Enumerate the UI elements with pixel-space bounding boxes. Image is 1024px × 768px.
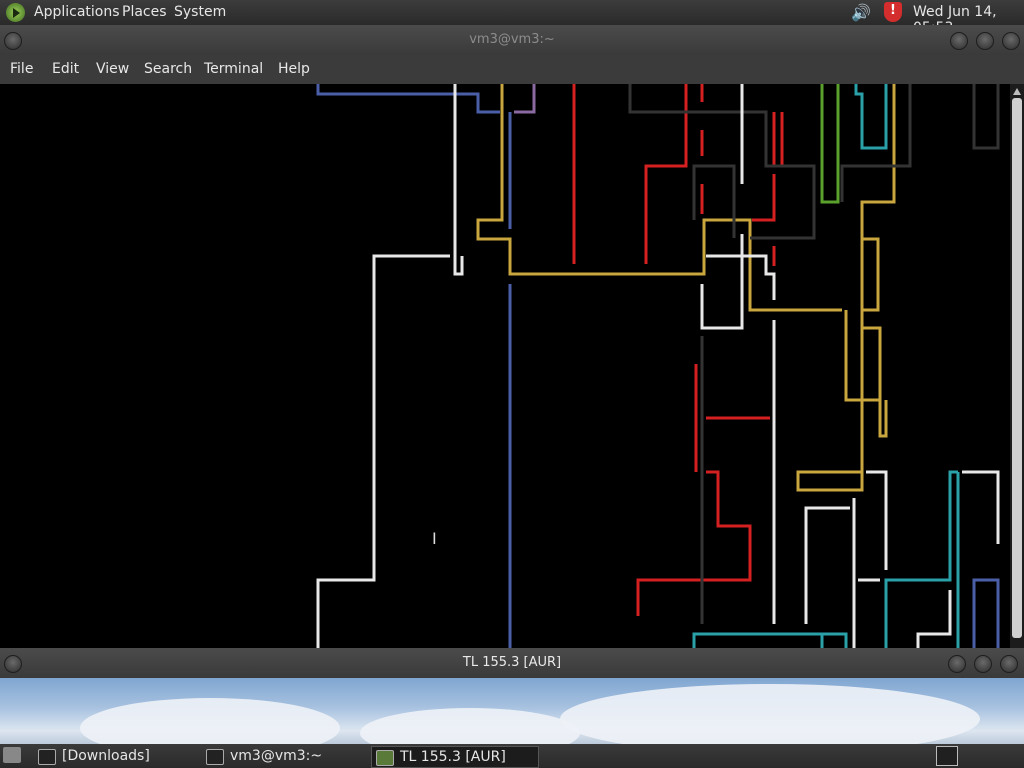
window2-titlebar[interactable]: TL 155.3 [AUR] (0, 648, 1024, 678)
volume-icon[interactable]: 🔊 (850, 3, 872, 22)
terminal-icon (206, 749, 224, 765)
pipe-white-4 (700, 234, 744, 330)
terminal-titlebar[interactable]: vm3@vm3:~ (0, 25, 1024, 55)
pipe-purple-1 (514, 84, 536, 114)
pipe-red-11 (636, 470, 752, 616)
window2-sky-view[interactable] (0, 678, 1024, 744)
show-desktop-icon[interactable] (3, 747, 21, 763)
pipe-gray-4 (972, 84, 1000, 150)
pipe-red-6 (772, 112, 784, 168)
game-cube-icon (376, 750, 394, 766)
taskbar-item-tl[interactable]: TL 155.3 [AUR] (371, 746, 539, 768)
terminal-menubar: File Edit View Search Terminal Help (0, 55, 1024, 84)
pipe-gold-4 (844, 310, 862, 402)
pipe-red-7 (752, 174, 776, 222)
text-cursor-icon: I (432, 529, 437, 548)
taskbar-label: vm3@vm3:~ (230, 748, 323, 764)
pipe-white-2 (316, 254, 450, 648)
pipe-white-5 (706, 254, 776, 300)
terminal-scrollbar[interactable] (1010, 84, 1024, 648)
pipe-blue-4 (972, 578, 1000, 648)
maximize-button[interactable] (976, 32, 994, 50)
pipe-white-7 (804, 506, 850, 624)
menu-view[interactable]: View (96, 61, 129, 77)
menu-file[interactable]: File (10, 61, 33, 77)
terminal-content[interactable]: I (0, 84, 1010, 648)
security-shield-icon[interactable] (884, 2, 902, 22)
scroll-up-icon[interactable] (1013, 88, 1021, 95)
window2-title: TL 155.3 [AUR] (462, 655, 562, 670)
pipe-white-9 (866, 470, 888, 570)
cloud (80, 698, 340, 744)
bottom-panel: [Downloads] vm3@vm3:~ TL 155.3 [AUR] (0, 744, 1024, 768)
menu-applications[interactable]: Applications (34, 4, 120, 20)
taskbar-item-terminal[interactable]: vm3@vm3:~ (206, 746, 366, 766)
pipe-blue-1 (316, 84, 500, 114)
pipe-gray-1 (628, 84, 816, 240)
window2-maximize-button[interactable] (974, 655, 992, 673)
menu-places[interactable]: Places (122, 4, 167, 20)
top-panel: Applications Places System 🔊 Wed Jun 14,… (0, 0, 1024, 36)
pipe-gold-1 (476, 84, 842, 312)
pipe-cyan-2 (884, 470, 958, 648)
taskbar-item-downloads[interactable]: [Downloads] (38, 746, 198, 766)
menu-search[interactable]: Search (144, 61, 192, 77)
pipes-animation (316, 84, 1000, 648)
terminal-window-title: vm3@vm3:~ (469, 32, 555, 47)
pipe-gold-5 (862, 326, 882, 400)
pipe-white-11 (962, 470, 1000, 544)
menu-terminal[interactable]: Terminal (204, 61, 263, 77)
menu-help[interactable]: Help (278, 61, 310, 77)
pipe-white-1 (453, 84, 464, 276)
cloud (360, 708, 580, 744)
applications-icon[interactable] (6, 3, 25, 22)
minimize-button[interactable] (950, 32, 968, 50)
pipe-gray-2 (692, 164, 736, 238)
taskbar-label: TL 155.3 [AUR] (400, 749, 506, 765)
window2-close-button[interactable] (1000, 655, 1018, 673)
tray-terminal-icon[interactable] (936, 746, 958, 766)
pipe-white-12 (916, 590, 952, 648)
menu-edit[interactable]: Edit (52, 61, 79, 77)
scrollbar-thumb[interactable] (1012, 98, 1022, 638)
folder-icon (38, 749, 56, 765)
pipe-gold-3 (862, 237, 880, 312)
pipe-green-1 (820, 84, 840, 204)
taskbar-label: [Downloads] (62, 748, 150, 764)
menu-system[interactable]: System (174, 4, 226, 20)
window2-minimize-button[interactable] (948, 655, 966, 673)
pipe-cyan-1 (854, 84, 888, 150)
cloud (560, 684, 980, 744)
close-button[interactable] (1002, 32, 1020, 50)
pipe-gray-3 (840, 84, 912, 202)
pipe-gold-6 (796, 400, 864, 492)
